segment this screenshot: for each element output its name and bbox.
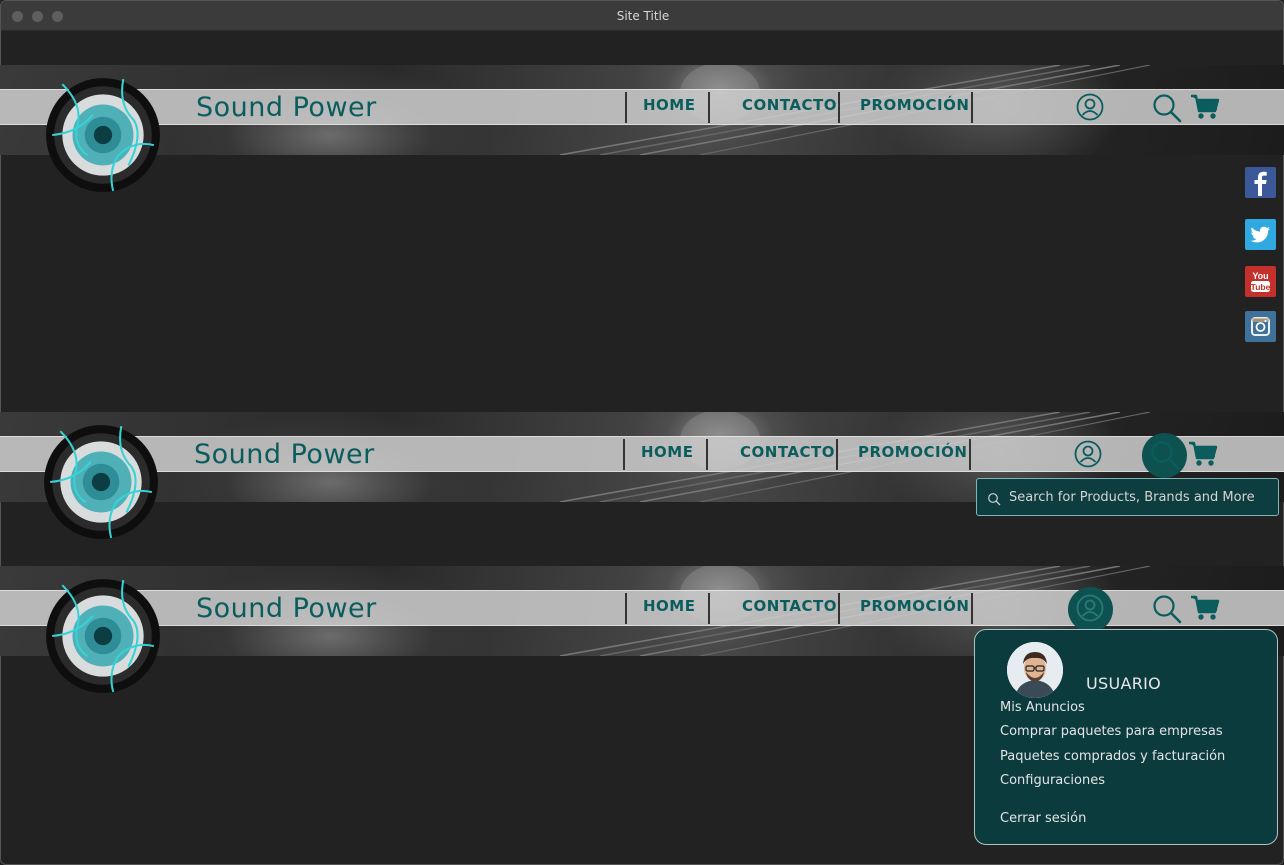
user-circle-icon[interactable] (1074, 440, 1102, 468)
user-circle-icon[interactable] (1076, 594, 1104, 622)
twitter-icon[interactable] (1245, 219, 1276, 250)
magnifier-icon[interactable] (1150, 440, 1180, 470)
magnifier-icon[interactable] (1152, 594, 1182, 624)
search-dropdown (976, 478, 1279, 516)
nav-contacto-link[interactable]: CONTACTO (740, 443, 835, 461)
nav-divider (838, 92, 840, 123)
svg-text:You: You (1252, 271, 1268, 281)
speaker-logo-icon[interactable] (42, 74, 164, 196)
nav-contacto-link[interactable]: CONTACTO (742, 96, 837, 114)
nav-home-link[interactable]: HOME (641, 443, 693, 461)
nav-contacto-link[interactable]: CONTACTO (742, 597, 837, 615)
brand-name[interactable]: Sound Power (194, 439, 375, 470)
nav-divider (838, 593, 840, 624)
user-dropdown-menu: USUARIO Mis Anuncios Comprar paquetes pa… (974, 629, 1278, 845)
search-input[interactable] (1009, 487, 1271, 507)
logout-link[interactable]: Cerrar sesión (1000, 811, 1086, 826)
menu-item-configuraciones[interactable]: Configuraciones (1000, 773, 1105, 788)
instagram-icon[interactable] (1245, 311, 1276, 342)
nav-divider (625, 92, 627, 123)
nav-promocion-link[interactable]: PROMOCIÓN (860, 96, 969, 114)
shopping-cart-icon[interactable] (1190, 595, 1220, 621)
nav-divider (969, 439, 971, 470)
site-header-default: Sound Power HOME CONTACTO PROMOCIÓN (0, 65, 1284, 192)
title-bar: Site Title (1, 1, 1283, 31)
nav-promocion-link[interactable]: PROMOCIÓN (858, 443, 967, 461)
brand-name[interactable]: Sound Power (196, 593, 377, 624)
speaker-logo-icon[interactable] (42, 575, 164, 697)
nav-divider (708, 92, 710, 123)
nav-bar: Sound Power HOME CONTACTO PROMOCIÓN (0, 579, 1284, 693)
menu-item-mis-anuncios[interactable]: Mis Anuncios (1000, 700, 1085, 715)
user-circle-icon[interactable] (1076, 93, 1104, 121)
nav-promocion-link[interactable]: PROMOCIÓN (860, 597, 969, 615)
facebook-icon[interactable] (1245, 167, 1276, 198)
user-name-label: USUARIO (1086, 674, 1162, 693)
nav-divider (836, 439, 838, 470)
search-icon (988, 493, 1001, 506)
svg-text:Tube: Tube (1251, 282, 1271, 292)
nav-bar: Sound Power HOME CONTACTO PROMOCIÓN (0, 425, 1284, 539)
menu-item-comprar-paquetes[interactable]: Comprar paquetes para empresas (1000, 724, 1223, 739)
nav-divider (625, 593, 627, 624)
magnifier-icon[interactable] (1152, 93, 1182, 123)
nav-home-link[interactable]: HOME (643, 96, 695, 114)
nav-bar: Sound Power HOME CONTACTO PROMOCIÓN (0, 78, 1284, 192)
nav-divider (708, 593, 710, 624)
window-title: Site Title (616, 9, 670, 23)
speaker-logo-icon[interactable] (40, 421, 162, 543)
youtube-icon[interactable]: You Tube (1245, 266, 1276, 297)
nav-divider (971, 92, 973, 123)
shopping-cart-icon[interactable] (1188, 441, 1218, 467)
nav-divider (623, 439, 625, 470)
menu-item-paquetes-comprados[interactable]: Paquetes comprados y facturación (1000, 749, 1225, 764)
nav-divider (971, 593, 973, 624)
nav-divider (706, 439, 708, 470)
shopping-cart-icon[interactable] (1190, 94, 1220, 120)
avatar[interactable] (1007, 642, 1063, 698)
nav-home-link[interactable]: HOME (643, 597, 695, 615)
brand-name[interactable]: Sound Power (196, 92, 377, 123)
